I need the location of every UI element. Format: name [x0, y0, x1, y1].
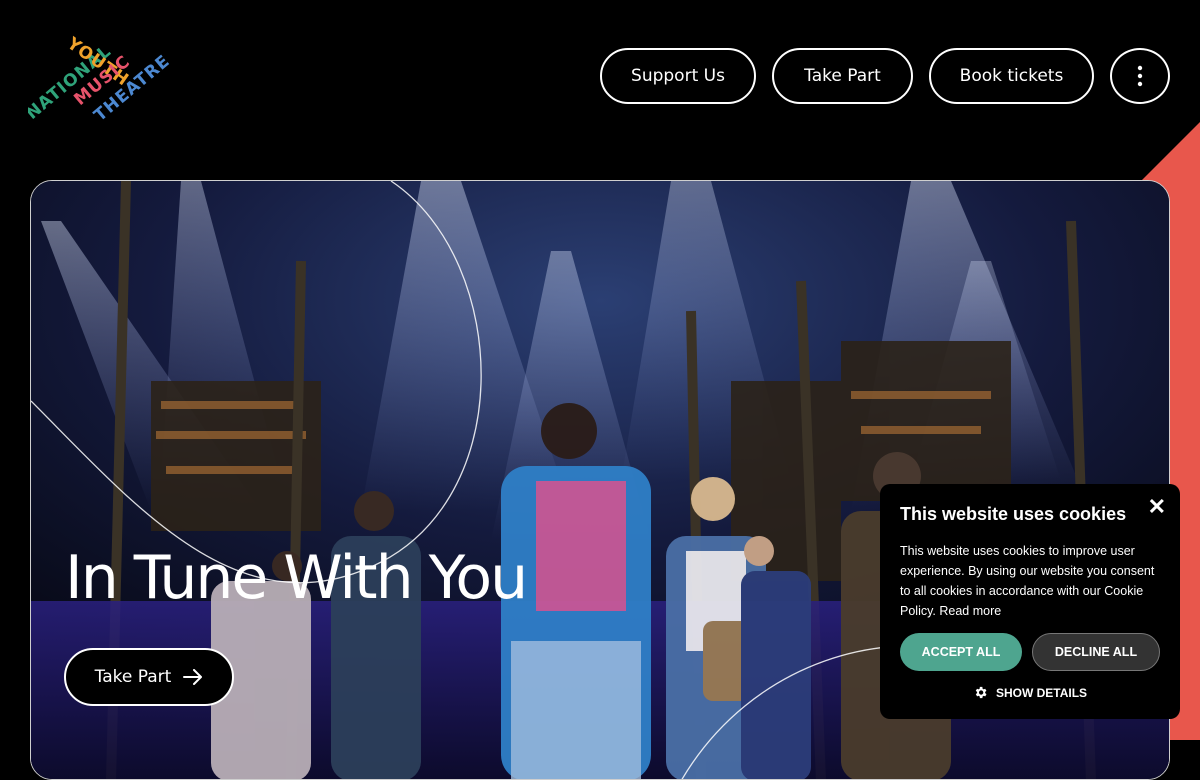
- book-tickets-button[interactable]: Book tickets: [929, 48, 1094, 104]
- cookie-body-text: This website uses cookies to improve use…: [900, 544, 1155, 618]
- hero-take-part-label: Take Part: [94, 667, 172, 687]
- close-icon[interactable]: ✕: [1148, 494, 1166, 520]
- hero-take-part-button[interactable]: Take Part: [64, 648, 234, 706]
- show-details-label: SHOW DETAILS: [995, 685, 1088, 700]
- take-part-nav-button[interactable]: Take Part: [772, 48, 913, 104]
- cookie-title: This website uses cookies: [900, 504, 1127, 524]
- more-menu-button[interactable]: [1110, 48, 1170, 104]
- support-us-button[interactable]: Support Us: [600, 48, 756, 104]
- gear-icon: [975, 686, 987, 699]
- header-nav: Support Us Take Part Book tickets: [600, 48, 1170, 104]
- accept-all-button[interactable]: ACCEPT ALL: [900, 633, 1022, 671]
- arrow-right-icon: [183, 669, 203, 685]
- decline-all-button[interactable]: DECLINE ALL: [1032, 633, 1160, 671]
- hero-title: In Tune With You: [65, 543, 528, 613]
- show-details-button[interactable]: SHOW DETAILS: [900, 685, 1160, 700]
- cookie-banner: ✕ This website uses cookies This website…: [880, 484, 1180, 719]
- site-logo[interactable]: NATIONAL YOUTH MUSIC THEATRE: [28, 22, 193, 132]
- kebab-menu-icon: [1137, 65, 1143, 87]
